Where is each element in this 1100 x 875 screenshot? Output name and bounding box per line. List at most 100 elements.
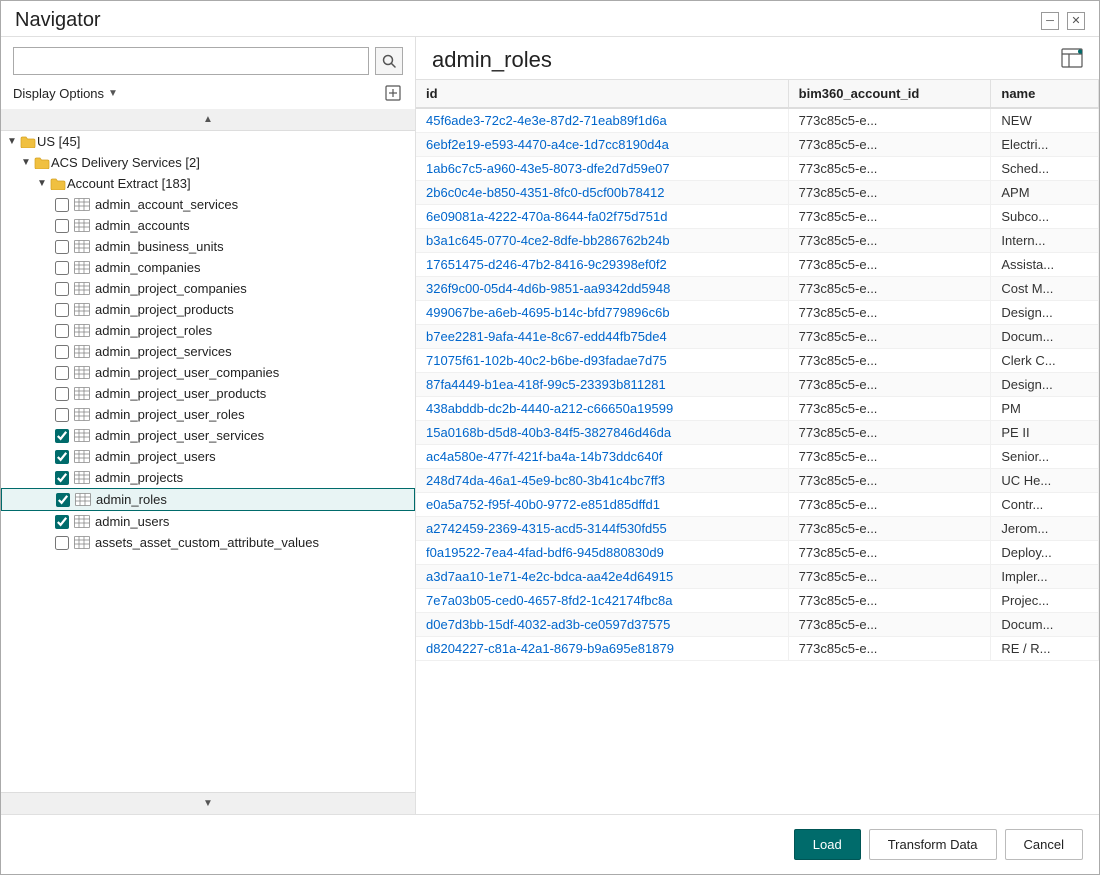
tree-node-account-extract[interactable]: ▼ Account Extract [183] [1, 173, 415, 194]
table-row[interactable]: 15a0168b-d5d8-40b3-84f5-3827846d46da773c… [416, 421, 1099, 445]
table-label-admin_project_users: admin_project_users [95, 449, 216, 464]
table-row[interactable]: e0a5a752-f95f-40b0-9772-e851d85dffd1773c… [416, 493, 1099, 517]
table-node-admin_business_units[interactable]: admin_business_units [1, 236, 415, 257]
cell-name: NEW [991, 108, 1099, 133]
table-node-admin_account_services[interactable]: admin_account_services [1, 194, 415, 215]
data-table: id bim360_account_id name 45f6ade3-72c2-… [416, 80, 1099, 661]
tree-node-us[interactable]: ▼ US [45] [1, 131, 415, 152]
checkbox-admin_account_services[interactable] [55, 198, 69, 212]
table-row[interactable]: 438abddb-dc2b-4440-a212-c66650a19599773c… [416, 397, 1099, 421]
table-label-admin_project_products: admin_project_products [95, 302, 234, 317]
scroll-up-arrow[interactable]: ▲ [1, 109, 415, 131]
table-label-admin_project_user_products: admin_project_user_products [95, 386, 266, 401]
checkbox-admin_project_services[interactable] [55, 345, 69, 359]
table-node-admin_project_user_products[interactable]: admin_project_user_products [1, 383, 415, 404]
cell-name: Docum... [991, 325, 1099, 349]
tree-container[interactable]: ▼ US [45] ▼ ACS D [1, 131, 415, 792]
checkbox-admin_project_products[interactable] [55, 303, 69, 317]
cell-name: Electri... [991, 133, 1099, 157]
table-row[interactable]: 499067be-a6eb-4695-b14c-bfd779896c6b773c… [416, 301, 1099, 325]
checkbox-admin_project_user_products[interactable] [55, 387, 69, 401]
cell-bim360: 773c85c5-e... [788, 565, 991, 589]
window-controls: ─ ✕ [1041, 12, 1085, 30]
checkbox-admin_business_units[interactable] [55, 240, 69, 254]
table-node-assets_asset_custom_attribute_values[interactable]: assets_asset_custom_attribute_values [1, 532, 415, 553]
checkbox-admin_projects[interactable] [55, 471, 69, 485]
table-row[interactable]: ac4a580e-477f-421f-ba4a-14b73ddc640f773c… [416, 445, 1099, 469]
close-button[interactable]: ✕ [1067, 12, 1085, 30]
scroll-down-arrow[interactable]: ▼ [1, 792, 415, 814]
table-row[interactable]: 248d74da-46a1-45e9-bc80-3b41c4bc7ff3773c… [416, 469, 1099, 493]
data-table-container[interactable]: id bim360_account_id name 45f6ade3-72c2-… [416, 80, 1099, 814]
minimize-button[interactable]: ─ [1041, 12, 1059, 30]
tree-node-acs[interactable]: ▼ ACS Delivery Services [2] [1, 152, 415, 173]
display-options-button[interactable]: Display Options ▼ [13, 86, 118, 101]
table-row[interactable]: 6ebf2e19-e593-4470-a4ce-1d7cc8190d4a773c… [416, 133, 1099, 157]
table-row[interactable]: d0e7d3bb-15df-4032-ad3b-ce0597d37575773c… [416, 613, 1099, 637]
cell-bim360: 773c85c5-e... [788, 133, 991, 157]
checkbox-admin_project_companies[interactable] [55, 282, 69, 296]
table-row[interactable]: b7ee2281-9afa-441e-8c67-edd44fb75de4773c… [416, 325, 1099, 349]
cell-name: Intern... [991, 229, 1099, 253]
checkbox-admin_roles[interactable] [56, 493, 70, 507]
table-node-admin_roles[interactable]: admin_roles [1, 488, 415, 511]
table-row[interactable]: 71075f61-102b-40c2-b6be-d93fadae7d75773c… [416, 349, 1099, 373]
cell-id: 6e09081a-4222-470a-8644-fa02f75d751d [416, 205, 788, 229]
table-row[interactable]: 45f6ade3-72c2-4e3e-87d2-71eab89f1d6a773c… [416, 108, 1099, 133]
checkbox-admin_project_user_roles[interactable] [55, 408, 69, 422]
transform-data-button[interactable]: Transform Data [869, 829, 997, 860]
table-node-admin_users[interactable]: admin_users [1, 511, 415, 532]
load-button[interactable]: Load [794, 829, 861, 860]
table-node-admin_project_services[interactable]: admin_project_services [1, 341, 415, 362]
preview-icon[interactable] [1061, 48, 1083, 73]
table-row[interactable]: 2b6c0c4e-b850-4351-8fc0-d5cf00b78412773c… [416, 181, 1099, 205]
cell-name: RE / R... [991, 637, 1099, 661]
table-row[interactable]: a2742459-2369-4315-acd5-3144f530fd55773c… [416, 517, 1099, 541]
table-row[interactable]: a3d7aa10-1e71-4e2c-bdca-aa42e4d64915773c… [416, 565, 1099, 589]
main-content: Display Options ▼ ▲ ▼ [1, 37, 1099, 814]
table-node-admin_project_user_roles[interactable]: admin_project_user_roles [1, 404, 415, 425]
table-row[interactable]: b3a1c645-0770-4ce2-8dfe-bb286762b24b773c… [416, 229, 1099, 253]
table-row[interactable]: 87fa4449-b1ea-418f-99c5-23393b811281773c… [416, 373, 1099, 397]
table-node-admin_projects[interactable]: admin_projects [1, 467, 415, 488]
table-node-admin_companies[interactable]: admin_companies [1, 257, 415, 278]
table-node-admin_project_users[interactable]: admin_project_users [1, 446, 415, 467]
checkbox-admin_project_users[interactable] [55, 450, 69, 464]
table-node-admin_accounts[interactable]: admin_accounts [1, 215, 415, 236]
cell-id: ac4a580e-477f-421f-ba4a-14b73ddc640f [416, 445, 788, 469]
checkbox-admin_accounts[interactable] [55, 219, 69, 233]
checkbox-assets_asset_custom_attribute_values[interactable] [55, 536, 69, 550]
table-label-admin_project_companies: admin_project_companies [95, 281, 247, 296]
checkbox-admin_project_roles[interactable] [55, 324, 69, 338]
collapse-icon-acs[interactable]: ▼ [19, 156, 33, 170]
table-row[interactable]: 326f9c00-05d4-4d6b-9851-aa9342dd5948773c… [416, 277, 1099, 301]
cell-id: 7e7a03b05-ced0-4657-8fd2-1c42174fbc8a [416, 589, 788, 613]
search-button[interactable] [375, 47, 403, 75]
table-icon-admin_project_user_products [73, 387, 91, 401]
table-node-admin_project_user_companies[interactable]: admin_project_user_companies [1, 362, 415, 383]
table-node-admin_project_roles[interactable]: admin_project_roles [1, 320, 415, 341]
table-node-admin_project_companies[interactable]: admin_project_companies [1, 278, 415, 299]
table-row[interactable]: 7e7a03b05-ced0-4657-8fd2-1c42174fbc8a773… [416, 589, 1099, 613]
table-row[interactable]: 1ab6c7c5-a960-43e5-8073-dfe2d7d59e07773c… [416, 157, 1099, 181]
cell-name: Clerk C... [991, 349, 1099, 373]
collapse-icon[interactable]: ▼ [5, 135, 19, 149]
search-input[interactable] [13, 47, 369, 75]
table-icon-admin_project_users [73, 450, 91, 464]
select-all-icon[interactable] [383, 83, 403, 103]
table-row[interactable]: 17651475-d246-47b2-8416-9c29398ef0f2773c… [416, 253, 1099, 277]
cell-id: 15a0168b-d5d8-40b3-84f5-3827846d46da [416, 421, 788, 445]
table-node-admin_project_products[interactable]: admin_project_products [1, 299, 415, 320]
collapse-icon-ae[interactable]: ▼ [35, 177, 49, 191]
cancel-button[interactable]: Cancel [1005, 829, 1083, 860]
table-icon-admin_account_services [73, 198, 91, 212]
table-node-admin_project_user_services[interactable]: admin_project_user_services [1, 425, 415, 446]
table-row[interactable]: 6e09081a-4222-470a-8644-fa02f75d751d773c… [416, 205, 1099, 229]
table-row[interactable]: d8204227-c81a-42a1-8679-b9a695e81879773c… [416, 637, 1099, 661]
checkbox-admin_project_user_services[interactable] [55, 429, 69, 443]
checkbox-admin_users[interactable] [55, 515, 69, 529]
checkbox-admin_project_user_companies[interactable] [55, 366, 69, 380]
checkbox-admin_companies[interactable] [55, 261, 69, 275]
table-row[interactable]: f0a19522-7ea4-4fad-bdf6-945d880830d9773c… [416, 541, 1099, 565]
table-icon-admin_companies [73, 261, 91, 275]
